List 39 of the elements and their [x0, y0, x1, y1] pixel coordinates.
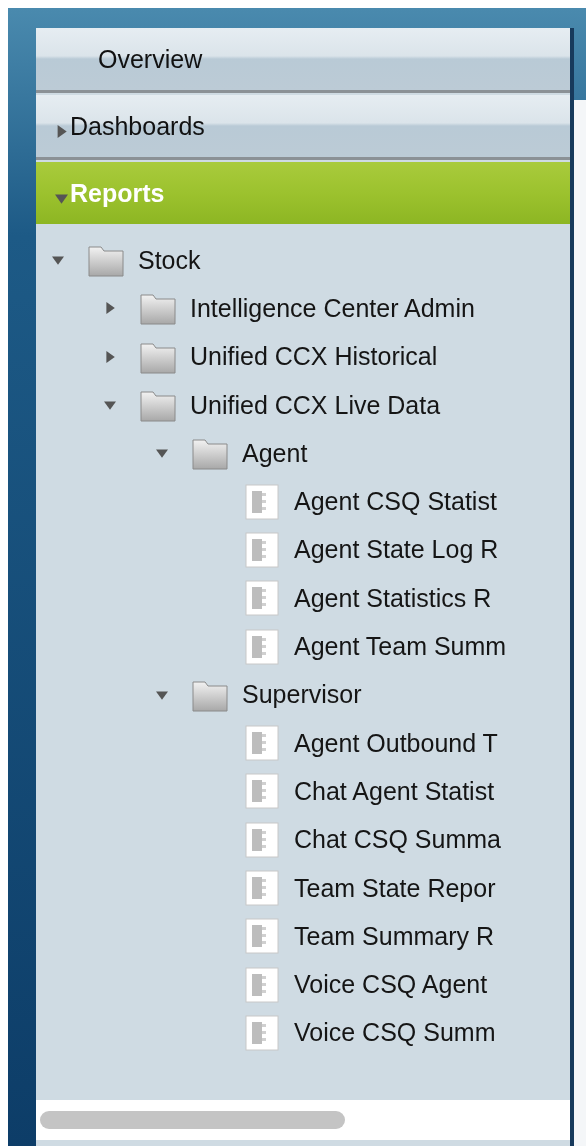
- document-icon: [244, 1014, 280, 1051]
- tree-item[interactable]: Agent: [228, 438, 308, 468]
- tree-item[interactable]: Unified CCX Live Data: [176, 390, 441, 420]
- document-icon: [244, 773, 280, 810]
- scrollbar-thumb[interactable]: [40, 1111, 345, 1129]
- tree-item[interactable]: Chat CSQ Summa: [280, 825, 501, 855]
- collapse-arrow-icon[interactable]: [156, 688, 168, 701]
- tree-item[interactable]: Team State Repor: [280, 873, 496, 903]
- document-icon: [244, 531, 280, 568]
- document-icon: [244, 821, 280, 858]
- nav-section-header[interactable]: Dashboards: [36, 95, 570, 160]
- tree-item[interactable]: Unified CCX Historical: [176, 342, 438, 372]
- document-icon: [244, 725, 280, 762]
- document-icon: [244, 918, 280, 955]
- expand-arrow-icon[interactable]: [55, 124, 68, 138]
- tree-item[interactable]: Agent Statistics R: [280, 583, 492, 613]
- tree-item[interactable]: Agent State Log R: [280, 535, 499, 565]
- tree-item[interactable]: Stock: [124, 245, 201, 275]
- tree-item[interactable]: Voice CSQ Summ: [280, 1018, 496, 1048]
- tree-item[interactable]: Chat Agent Statist: [280, 776, 495, 806]
- collapse-arrow-icon[interactable]: [104, 399, 116, 412]
- document-icon: [244, 628, 280, 665]
- expand-arrow-icon[interactable]: [104, 350, 116, 363]
- tree-item[interactable]: Agent CSQ Statist: [280, 487, 497, 517]
- tree-item[interactable]: Agent Team Summ: [280, 632, 507, 661]
- document-icon: [244, 966, 280, 1003]
- tree-item[interactable]: Supervisor: [228, 680, 362, 710]
- document-icon: [244, 870, 280, 906]
- tree-item[interactable]: Intelligence Center Admin: [176, 293, 475, 323]
- nav-section-header[interactable]: Overview: [36, 28, 570, 93]
- document-icon: [244, 580, 280, 617]
- tree-item[interactable]: Team Summary R: [280, 921, 495, 951]
- document-icon: [244, 483, 280, 520]
- tree-item[interactable]: Agent Outbound T: [280, 728, 498, 758]
- expand-arrow-icon[interactable]: [104, 302, 116, 315]
- tree-item[interactable]: Voice CSQ Agent: [280, 970, 488, 1000]
- collapse-arrow-icon[interactable]: [156, 447, 168, 460]
- horizontal-scrollbar[interactable]: [36, 1100, 570, 1140]
- collapse-arrow-icon[interactable]: [52, 254, 64, 267]
